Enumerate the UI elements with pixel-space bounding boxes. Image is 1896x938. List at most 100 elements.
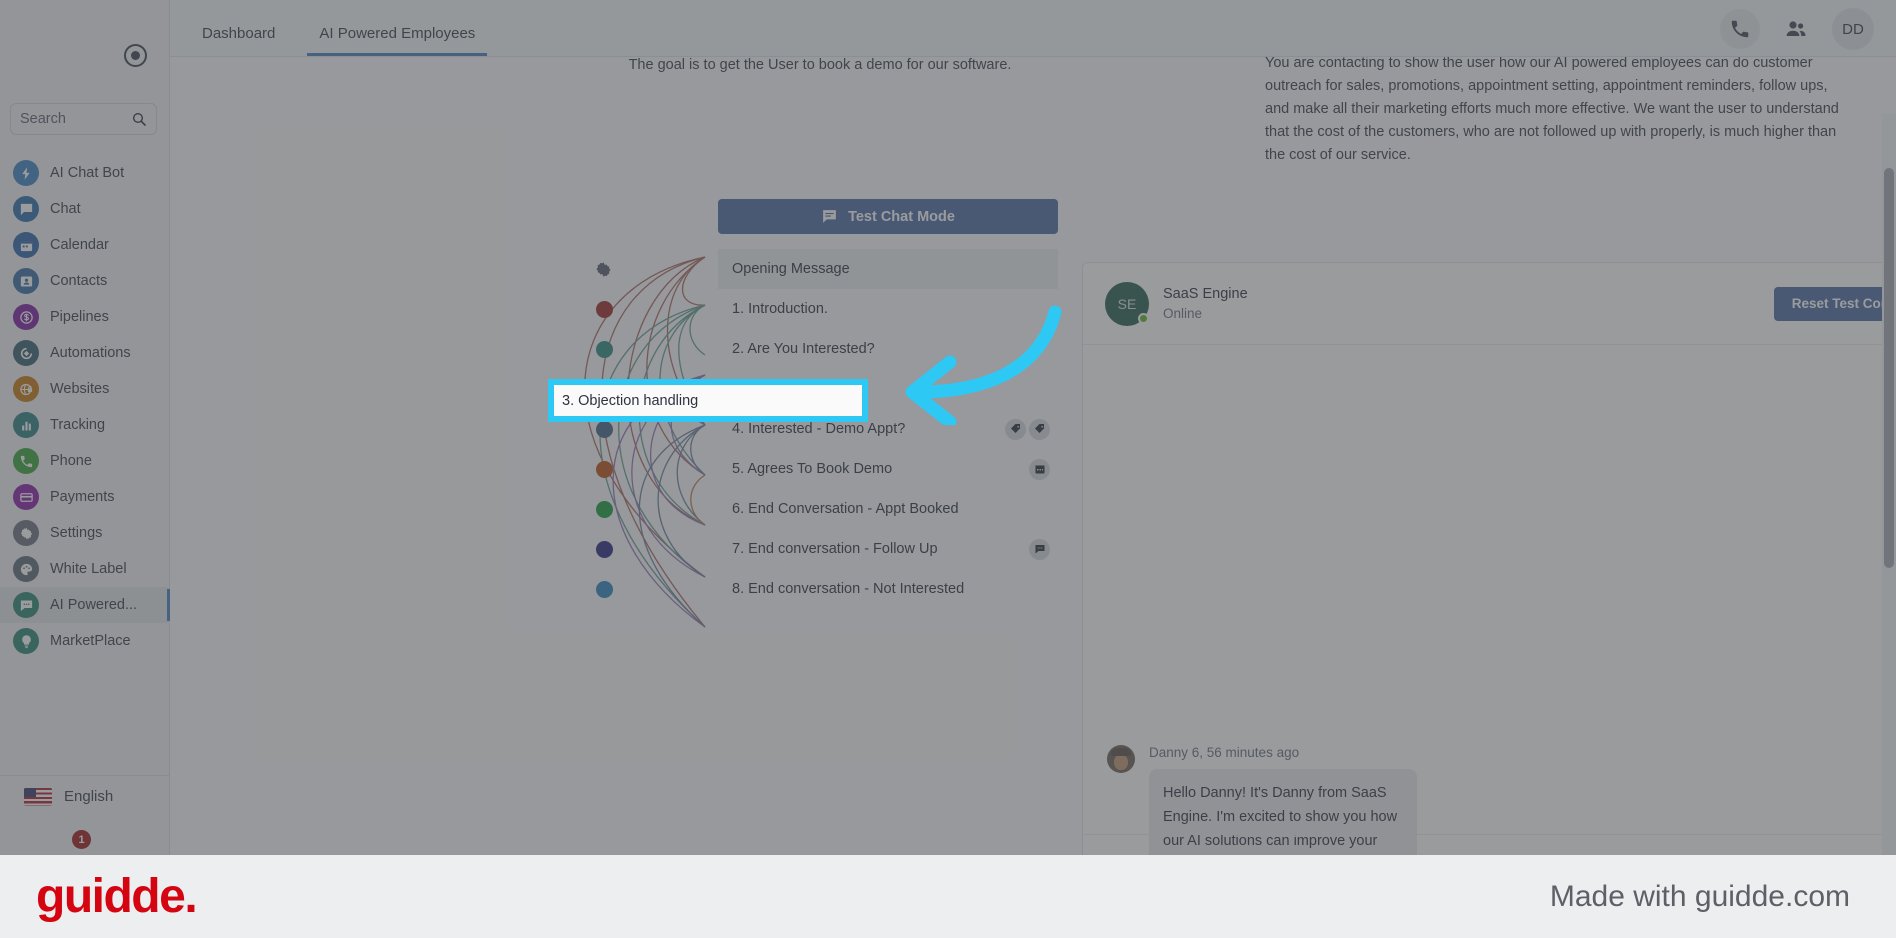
- language-selector[interactable]: English: [0, 775, 170, 817]
- chat-bubble-icon[interactable]: [1029, 538, 1050, 560]
- guidde-logo: guidde.: [36, 870, 198, 923]
- bot-initials: SE: [1117, 295, 1137, 312]
- sidebar-item-pipelines[interactable]: Pipelines: [0, 299, 170, 335]
- sidebar-item-ai-chat-bot[interactable]: AI Chat Bot: [0, 155, 170, 191]
- flow-step-6[interactable]: 6. End Conversation - Appt Booked: [596, 489, 1058, 529]
- gear-flow-icon: [13, 340, 39, 366]
- gear-icon[interactable]: [594, 260, 613, 279]
- curved-arrow-left-icon: [905, 305, 1062, 425]
- flow-step-label: 7. End conversation - Follow Up: [732, 541, 938, 557]
- flow-connection-arcs: [584, 256, 706, 628]
- chat-bubble-icon: [823, 210, 836, 223]
- test-chat-mode-label: Test Chat Mode: [848, 208, 955, 225]
- sidebar-item-marketplace[interactable]: MarketPlace: [0, 623, 170, 659]
- sidebar-item-settings[interactable]: Settings: [0, 515, 170, 551]
- highlighted-step-objection-handling[interactable]: 3. Objection handling: [548, 379, 868, 422]
- bot-status: Online: [1163, 306, 1203, 321]
- dollar-icon: [13, 304, 39, 330]
- bar-chart-icon: [13, 412, 39, 438]
- bulb-icon: [13, 628, 39, 654]
- chat-header: SE SaaS Engine Online Reset Test Convers…: [1083, 263, 1896, 345]
- sidebar-item-contacts[interactable]: Contacts: [0, 263, 170, 299]
- sidebar-item-automations[interactable]: Automations: [0, 335, 170, 371]
- gear-icon: [13, 520, 39, 546]
- step-color-dot: [596, 580, 613, 598]
- us-flag-icon: [24, 787, 52, 806]
- sidebar-item-label: Payments: [50, 489, 115, 505]
- bot-name: SaaS Engine: [1163, 286, 1248, 302]
- online-status-dot: [1138, 312, 1149, 324]
- tab-dashboard[interactable]: Dashboard: [190, 25, 287, 56]
- credit-card-icon: [13, 484, 39, 510]
- sidebar-item-phone[interactable]: Phone: [0, 443, 170, 479]
- application-window: Search AI Chat Bot Chat Calendar Contacts Pi…: [0, 0, 1896, 855]
- tab-ai-powered-employees[interactable]: AI Powered Employees: [307, 25, 488, 56]
- flow-step-label: 1. Introduction.: [732, 301, 828, 317]
- sidebar-item-payments[interactable]: Payments: [0, 479, 170, 515]
- user-avatar[interactable]: DD: [1832, 8, 1874, 50]
- search-icon: [132, 112, 146, 126]
- goal-text: The goal is to get the User to book a de…: [628, 57, 1012, 73]
- sidebar: Search AI Chat Bot Chat Calendar Contacts Pi…: [0, 0, 170, 855]
- chat-input-row[interactable]: Type a message to test your Bot: [1083, 834, 1896, 855]
- sidebar-item-label: Websites: [50, 381, 110, 397]
- sidebar-item-tracking[interactable]: Tracking: [0, 407, 170, 443]
- conversation-flow-panel: Test Chat Mode Opening Message 1. Introdu…: [500, 187, 1060, 707]
- sidebar-item-label: Settings: [50, 525, 103, 541]
- sidebar-item-label: Phone: [50, 453, 92, 469]
- sidebar-item-label: Automations: [50, 345, 131, 361]
- step-color-dot: [596, 420, 613, 438]
- flow-step-0[interactable]: Opening Message: [596, 249, 1058, 289]
- search-placeholder: Search: [20, 111, 66, 127]
- vertical-scrollbar-thumb[interactable]: [1884, 168, 1894, 568]
- sidebar-item-label: Chat: [50, 201, 81, 217]
- chat-message-list: Danny 6, 56 minutes ago Hello Danny! It'…: [1083, 345, 1896, 855]
- sidebar-nav-list: AI Chat Bot Chat Calendar Contacts Pipelines…: [0, 155, 170, 659]
- calendar-icon[interactable]: [1029, 458, 1050, 480]
- flow-step-label: 8. End conversation - Not Interested: [732, 581, 965, 597]
- sidebar-item-chat[interactable]: Chat: [0, 191, 170, 227]
- sidebar-item-label: MarketPlace: [50, 633, 131, 649]
- sidebar-item-label: Pipelines: [50, 309, 109, 325]
- step-color-dot: [596, 460, 613, 478]
- sidebar-item-label: AI Chat Bot: [50, 165, 125, 181]
- step-color-dot: [596, 340, 613, 358]
- sidebar-item-calendar[interactable]: Calendar: [0, 227, 170, 263]
- avatar: [1107, 745, 1135, 773]
- sidebar-item-white-label[interactable]: White Label: [0, 551, 170, 587]
- people-icon[interactable]: [1776, 9, 1816, 49]
- flow-step-label: 4. Interested - Demo Appt?: [732, 421, 906, 437]
- made-with-guidde-label: Made with guidde.com: [1549, 879, 1850, 913]
- test-chat-mode-button[interactable]: Test Chat Mode: [718, 199, 1058, 234]
- guidde-footer: guidde. Made with guidde.com: [0, 855, 1896, 938]
- flow-step-5[interactable]: 5. Agrees To Book Demo: [596, 449, 1058, 489]
- flow-step-label: Opening Message: [732, 261, 850, 277]
- ai-chat-icon: [13, 592, 39, 618]
- bot-avatar: SE: [1105, 281, 1149, 326]
- flow-step-8[interactable]: 8. End conversation - Not Interested: [596, 569, 1058, 609]
- bolt-icon: [13, 160, 39, 186]
- sidebar-item-label: Calendar: [50, 237, 109, 253]
- reset-test-conversation-button[interactable]: Reset Test Conversation: [1773, 286, 1896, 321]
- record-dot-icon[interactable]: [124, 44, 147, 67]
- step-color-dot: [596, 540, 613, 558]
- flow-step-label: 5. Agrees To Book Demo: [732, 461, 893, 477]
- step-badges: [1029, 538, 1050, 560]
- flow-step-7[interactable]: 7. End conversation - Follow Up: [596, 529, 1058, 569]
- sidebar-item-ai-powered[interactable]: AI Powered...: [0, 587, 170, 623]
- palette-icon: [13, 556, 39, 582]
- flow-step-label: 6. End Conversation - Appt Booked: [732, 501, 959, 517]
- bot-identity: SaaS Engine Online: [1163, 286, 1248, 321]
- contact-card-icon: [13, 268, 39, 294]
- step-badges: [1029, 458, 1050, 480]
- phone-icon[interactable]: [1720, 9, 1760, 49]
- sidebar-item-label: AI Powered...: [50, 597, 138, 613]
- test-chat-panel: SE SaaS Engine Online Reset Test Convers…: [1082, 262, 1896, 855]
- sidebar-item-websites[interactable]: Websites: [0, 371, 170, 407]
- search-input[interactable]: Search: [10, 103, 157, 135]
- step-color-dot: [596, 300, 613, 318]
- notification-badge: 1: [72, 830, 91, 849]
- message-meta: Danny 6, 56 minutes ago: [1149, 745, 1300, 760]
- persona-description-text: You are contacting to show the user how …: [1265, 55, 1839, 163]
- step-color-dot: [596, 500, 613, 518]
